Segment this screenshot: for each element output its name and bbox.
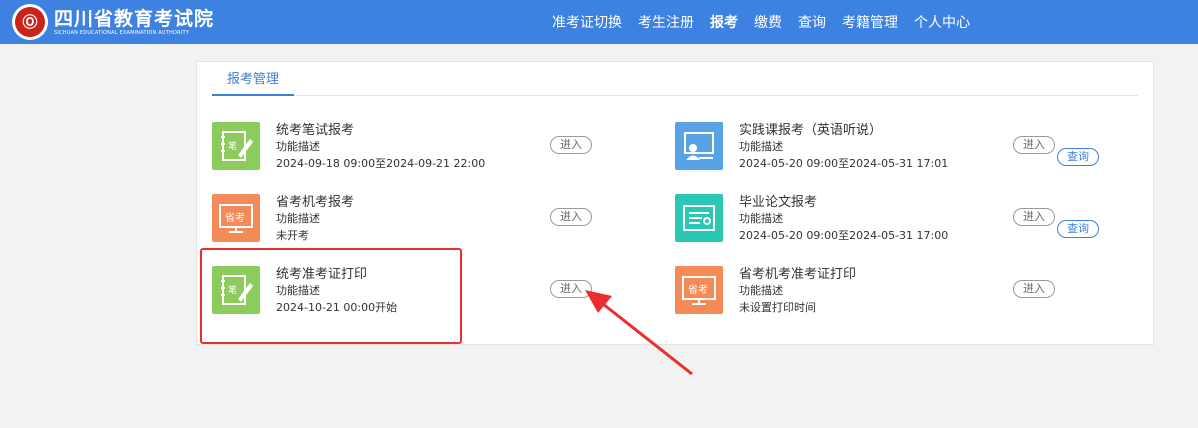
main-nav: 准考证切换 考生注册 报考 缴费 查询 考籍管理 个人中心 xyxy=(552,0,986,44)
logo-emblem-glyph: Ⓞ xyxy=(22,13,38,31)
item-title: 省考机考准考证打印 xyxy=(739,267,857,282)
item-title: 实践课报考（英语听说） xyxy=(739,123,883,138)
enter-button[interactable]: 进入 xyxy=(550,208,592,226)
logo-emblem-icon: Ⓞ xyxy=(12,4,48,40)
item-desc: 功能描述 xyxy=(276,212,320,225)
top-navbar: Ⓞ 四川省教育考试院 SICHUAN EDUCATIONAL EXAMINATI… xyxy=(0,0,1198,44)
list-item: 笔 统考笔试报考 功能描述 2024-09-18 09:00至2024-09-2… xyxy=(212,116,672,176)
enter-button[interactable]: 进入 xyxy=(1013,208,1055,226)
annotation-highlight-box xyxy=(200,248,462,344)
nav-switch-admission[interactable]: 准考证切换 xyxy=(552,12,622,32)
item-desc: 功能描述 xyxy=(739,284,783,297)
logo-title-cn: 四川省教育考试院 xyxy=(54,7,215,30)
list-item: 省考 省考机考报考 功能描述 未开考 进入 xyxy=(212,188,672,248)
nav-personal[interactable]: 个人中心 xyxy=(914,12,970,32)
notebook-pen-icon: 笔 xyxy=(212,122,260,170)
enter-button[interactable]: 进入 xyxy=(1013,280,1055,298)
computer-screen-icon: 省考 xyxy=(212,194,260,242)
nav-register[interactable]: 考生注册 xyxy=(638,12,694,32)
item-time: 2024-05-20 09:00至2024-05-31 17:01 xyxy=(739,157,949,170)
svg-text:省考: 省考 xyxy=(225,211,245,224)
list-item: 省考 省考机考准考证打印 功能描述 未设置打印时间 进入 xyxy=(675,260,1135,320)
certificate-icon xyxy=(675,194,723,242)
nav-query[interactable]: 查询 xyxy=(798,12,826,32)
item-title: 统考笔试报考 xyxy=(276,123,355,138)
logo-title-en: SICHUAN EDUCATIONAL EXAMINATION AUTHORIT… xyxy=(54,29,189,36)
logo-text: 四川省教育考试院 SICHUAN EDUCATIONAL EXAMINATION… xyxy=(54,8,214,37)
nav-payment[interactable]: 缴费 xyxy=(754,12,782,32)
computer-screen-icon: 省考 xyxy=(675,266,723,314)
enter-button[interactable]: 进入 xyxy=(1013,136,1055,154)
item-desc: 功能描述 xyxy=(739,140,783,153)
item-time: 未开考 xyxy=(276,229,309,242)
tab-apply-management[interactable]: 报考管理 xyxy=(212,70,294,96)
tab-divider xyxy=(212,95,1138,96)
list-item: 毕业论文报考 功能描述 2024-05-20 09:00至2024-05-31 … xyxy=(675,188,1135,248)
enter-button[interactable]: 进入 xyxy=(550,136,592,154)
site-logo[interactable]: Ⓞ 四川省教育考试院 SICHUAN EDUCATIONAL EXAMINATI… xyxy=(12,4,214,40)
item-desc: 功能描述 xyxy=(739,212,783,225)
query-button[interactable]: 查询 xyxy=(1057,220,1099,238)
svg-text:省考: 省考 xyxy=(688,283,708,296)
svg-text:笔: 笔 xyxy=(228,140,237,152)
enter-button[interactable]: 进入 xyxy=(550,280,592,298)
item-time: 2024-05-20 09:00至2024-05-31 17:00 xyxy=(739,229,949,242)
item-title: 省考机考报考 xyxy=(276,195,355,210)
nav-apply[interactable]: 报考 xyxy=(710,12,738,32)
nav-record[interactable]: 考籍管理 xyxy=(842,12,898,32)
item-time: 未设置打印时间 xyxy=(739,301,816,314)
item-title: 毕业论文报考 xyxy=(739,195,818,210)
list-item: 实践课报考（英语听说） 功能描述 2024-05-20 09:00至2024-0… xyxy=(675,116,1135,176)
item-time: 2024-09-18 09:00至2024-09-21 22:00 xyxy=(276,157,486,170)
query-button[interactable]: 查询 xyxy=(1057,148,1099,166)
item-desc: 功能描述 xyxy=(276,140,320,153)
teacher-board-icon xyxy=(675,122,723,170)
